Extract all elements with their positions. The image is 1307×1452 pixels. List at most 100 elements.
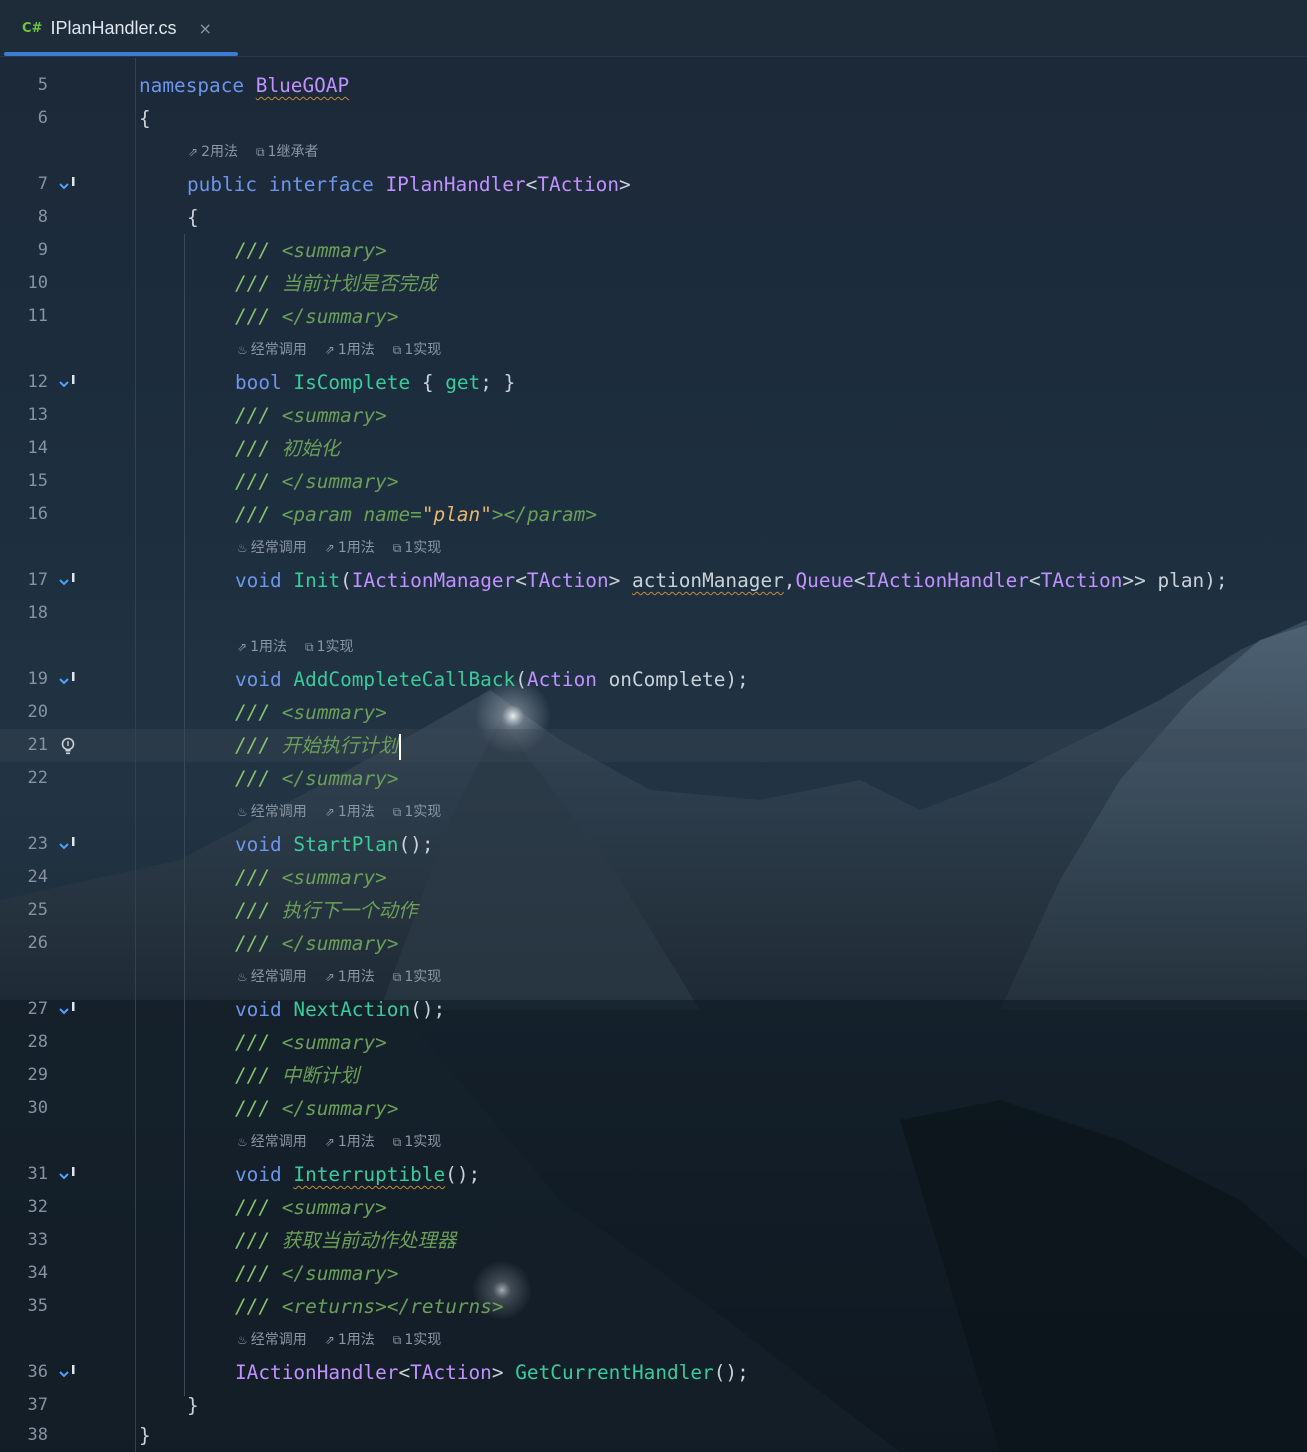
- flame-icon: ♨: [237, 343, 248, 357]
- line-number: 6: [37, 108, 48, 128]
- line-number: 35: [27, 1296, 48, 1316]
- current-code-line: 21 /// 开始执行计划: [0, 729, 1307, 762]
- code-vision-hint[interactable]: ♨ 经常调用 ⇗ 1用法 ⧉ 1实现: [237, 798, 459, 826]
- flame-icon: ♨: [237, 541, 248, 555]
- implemented-gutter-icon[interactable]: [58, 1165, 78, 1185]
- frequent-hint[interactable]: ♨ 经常调用: [237, 1326, 307, 1354]
- close-icon[interactable]: ×: [199, 19, 212, 38]
- tab-iplanhandler[interactable]: C# IPlanHandler.cs ×: [0, 0, 238, 56]
- inheritors-hint[interactable]: ⧉ 1继承者: [256, 138, 319, 166]
- doc-tag: param: [293, 503, 352, 526]
- doc-tag: summary: [305, 932, 387, 955]
- keyword: void: [235, 1163, 282, 1186]
- code-line: 23 void StartPlan();: [0, 828, 1307, 861]
- usages-hint[interactable]: ⇗ 1用法: [325, 534, 375, 562]
- usages-hint[interactable]: ⇗ 2用法: [188, 138, 238, 166]
- doc-prefix: ///: [235, 734, 271, 757]
- doc-tag: returns: [410, 1295, 492, 1318]
- hint-label: 1用法: [337, 969, 375, 985]
- code-vision-hint[interactable]: ♨ 经常调用 ⇗ 1用法 ⧉ 1实现: [237, 1128, 459, 1156]
- implemented-gutter-icon[interactable]: [58, 373, 78, 393]
- doc-prefix: ///: [235, 1229, 271, 1252]
- line-number: 37: [27, 1395, 48, 1415]
- doc-tag: >: [375, 866, 387, 889]
- code-line: 34 /// </summary>: [0, 1257, 1307, 1290]
- hint-label: 1实现: [404, 1134, 442, 1150]
- implemented-gutter-icon[interactable]: [58, 670, 78, 690]
- punct: <: [1029, 569, 1041, 592]
- code-vision-hint[interactable]: ⇗ 2用法 ⧉ 1继承者: [188, 138, 336, 166]
- doc-tag: <: [281, 1295, 294, 1318]
- implementations-icon: ⧉: [392, 1135, 402, 1149]
- code-vision-hint[interactable]: ♨ 经常调用 ⇗ 1用法 ⧉ 1实现: [237, 963, 459, 991]
- usages-hint[interactable]: ⇗ 1用法: [325, 798, 375, 826]
- usages-hint[interactable]: ⇗ 1用法: [325, 1128, 375, 1156]
- usages-hint[interactable]: ⇗ 1用法: [237, 633, 287, 661]
- doc-prefix: ///: [235, 503, 271, 526]
- active-tab-indicator: [4, 52, 238, 56]
- implemented-gutter-icon[interactable]: [58, 175, 78, 195]
- hint-label: 经常调用: [250, 1134, 307, 1150]
- code-vision-hint[interactable]: ⇗ 1用法 ⧉ 1实现: [237, 633, 371, 661]
- line-number: 10: [27, 273, 48, 293]
- doc-tag: returns: [293, 1295, 376, 1318]
- implemented-gutter-icon[interactable]: [58, 835, 78, 855]
- implementations-hint[interactable]: ⧉ 1实现: [393, 534, 442, 562]
- doc-prefix: ///: [235, 1064, 271, 1087]
- usages-hint[interactable]: ⇗ 1用法: [325, 336, 375, 364]
- frequent-hint[interactable]: ♨ 经常调用: [237, 1128, 307, 1156]
- code-line: 24 /// <summary>: [0, 861, 1307, 894]
- implementations-hint[interactable]: ⧉ 1实现: [393, 1128, 442, 1156]
- code-line: 7 public interface IPlanHandler<TAction>: [0, 168, 1307, 201]
- line-number: 14: [27, 438, 48, 458]
- usages-hint[interactable]: ⇗ 1用法: [325, 1326, 375, 1354]
- implementations-hint[interactable]: ⧉ 1实现: [393, 798, 442, 826]
- frequent-hint[interactable]: ♨ 经常调用: [237, 798, 307, 826]
- method-name: Interruptible: [293, 1163, 446, 1186]
- hint-label: 经常调用: [250, 540, 307, 556]
- line-number: 24: [27, 867, 48, 887]
- method-name: NextAction: [293, 998, 411, 1021]
- doc-tag: >: [386, 1262, 399, 1285]
- flame-icon: ♨: [237, 1333, 248, 1347]
- hint-label: 经常调用: [250, 342, 307, 358]
- implementations-hint[interactable]: ⧉ 1实现: [393, 1326, 442, 1354]
- implemented-gutter-icon[interactable]: [58, 1363, 78, 1383]
- doc-prefix: ///: [235, 305, 271, 328]
- hint-label: 1继承者: [267, 144, 319, 160]
- hint-label: 1用法: [337, 1134, 375, 1150]
- hint-label: 1实现: [404, 1332, 442, 1348]
- hint-label: 1实现: [316, 639, 354, 655]
- code-vision-hint[interactable]: ♨ 经常调用 ⇗ 1用法 ⧉ 1实现: [237, 1326, 459, 1354]
- accessor: get: [445, 371, 481, 394]
- implemented-gutter-icon[interactable]: [58, 1000, 78, 1020]
- namespace-name: BlueGOAP: [255, 74, 350, 97]
- implementations-hint[interactable]: ⧉ 1实现: [305, 633, 354, 661]
- frequent-hint[interactable]: ♨ 经常调用: [237, 336, 307, 364]
- frequent-hint[interactable]: ♨ 经常调用: [237, 963, 307, 991]
- lightbulb-icon[interactable]: [58, 736, 78, 756]
- flame-icon: ♨: [237, 970, 248, 984]
- frequent-hint[interactable]: ♨ 经常调用: [237, 534, 307, 562]
- code-vision-hint[interactable]: ♨ 经常调用 ⇗ 1用法 ⧉ 1实现: [237, 534, 459, 562]
- doc-prefix: ///: [235, 767, 271, 790]
- doc-tag: >: [375, 239, 387, 262]
- doc-tag: >: [375, 1196, 387, 1219]
- doc-prefix: ///: [235, 1031, 271, 1054]
- implementations-hint[interactable]: ⧉ 1实现: [393, 336, 442, 364]
- usages-hint[interactable]: ⇗ 1用法: [325, 963, 375, 991]
- doc-tag: summary: [293, 239, 376, 262]
- doc-tag: ></: [491, 503, 527, 526]
- implemented-gutter-icon[interactable]: [58, 571, 78, 591]
- code-line: 26 /// </summary>: [0, 927, 1307, 960]
- usages-icon: ⇗: [324, 1135, 335, 1149]
- type-name: Action: [526, 668, 597, 691]
- type-param: TAction: [1040, 569, 1123, 592]
- line-number: 20: [27, 702, 48, 722]
- code-line: 6 {: [0, 102, 1307, 135]
- line-number: 19: [27, 669, 48, 689]
- code-vision-hint[interactable]: ♨ 经常调用 ⇗ 1用法 ⧉ 1实现: [237, 336, 459, 364]
- doc-prefix: ///: [235, 470, 271, 493]
- line-number: 21: [27, 735, 48, 755]
- implementations-hint[interactable]: ⧉ 1实现: [393, 963, 442, 991]
